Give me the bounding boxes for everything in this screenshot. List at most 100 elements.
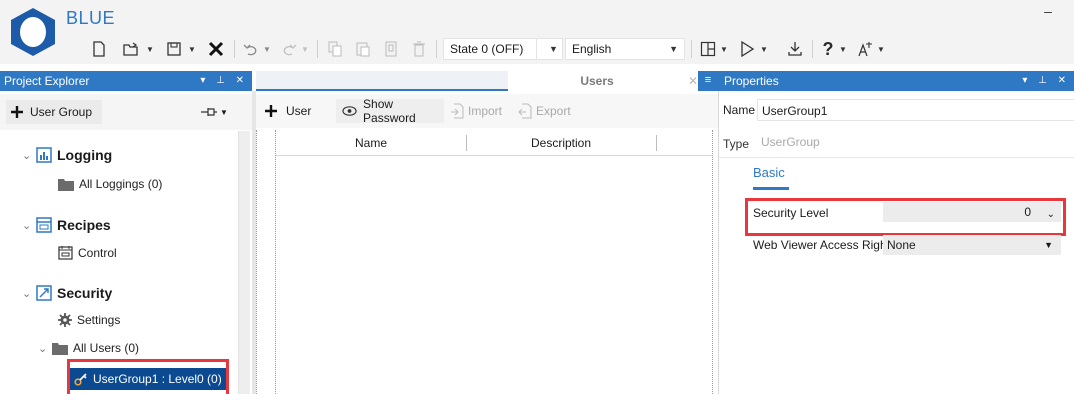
- add-user-button[interactable]: User: [264, 99, 320, 123]
- state-combo-value: State 0 (OFF): [450, 42, 524, 56]
- column-header-name[interactable]: Name: [276, 130, 466, 156]
- duplicate-icon[interactable]: [380, 37, 402, 61]
- run-dropdown-icon[interactable]: ▼: [758, 45, 770, 54]
- folder-icon: [52, 342, 68, 355]
- title-bar: BLUE – ▼ ▼ ▼ ▼ State 0 (OFF) ▼ English ▼…: [0, 0, 1074, 64]
- tree-label-control: Control: [78, 245, 117, 260]
- properties-title: Properties: [724, 74, 779, 88]
- add-user-label: User: [286, 104, 312, 118]
- layout-dropdown-icon[interactable]: ▼: [718, 45, 730, 54]
- tree-node-security[interactable]: ⌄ Security: [22, 285, 112, 301]
- project-explorer-title: Project Explorer: [4, 74, 90, 88]
- web-viewer-select[interactable]: None ▼: [883, 235, 1061, 255]
- tree-node-recipes[interactable]: ⌄ Recipes: [22, 217, 111, 233]
- run-icon[interactable]: [736, 37, 758, 61]
- chevron-down-icon: ▼: [549, 44, 558, 54]
- project-tree-scrollbar[interactable]: [238, 131, 250, 394]
- logging-icon: [36, 147, 52, 163]
- selected-node-highlight: [67, 359, 229, 394]
- help-icon[interactable]: ?: [819, 37, 837, 61]
- state-combo-dropdown[interactable]: ▼: [537, 38, 563, 60]
- project-explorer-header: Project Explorer ▾ ⊥ ✕: [0, 71, 252, 91]
- app-title: BLUE: [66, 8, 116, 28]
- language-combo-value: English: [572, 42, 612, 56]
- tab-basic[interactable]: Basic: [753, 165, 785, 180]
- plus-icon: [265, 105, 277, 117]
- paste-icon[interactable]: [352, 37, 374, 61]
- download-icon[interactable]: [784, 37, 806, 61]
- trash-icon[interactable]: [408, 37, 430, 61]
- chevron-down-icon[interactable]: ⌄: [38, 342, 52, 355]
- web-viewer-label: Web Viewer Access Right: [753, 238, 890, 252]
- document-tab-bar: Users ✕: [256, 71, 718, 91]
- name-value: UserGroup1: [762, 104, 828, 118]
- font-size-icon[interactable]: [855, 37, 875, 61]
- panel-controls-icon[interactable]: ▾ ⊥ ✕: [200, 71, 248, 91]
- open-folder-icon[interactable]: [118, 37, 144, 61]
- tree-node-control[interactable]: Control: [58, 245, 117, 260]
- recipe-item-icon: [58, 246, 73, 260]
- column-header-description[interactable]: Description: [466, 130, 656, 156]
- pin-options-button[interactable]: ▼: [200, 100, 242, 124]
- save-dropdown-icon[interactable]: ▼: [186, 45, 198, 54]
- type-field: UserGroup: [757, 131, 1074, 153]
- undo-dropdown-icon[interactable]: ▼: [261, 45, 273, 54]
- tab-users-label: Users: [580, 74, 614, 88]
- tree-label-settings: Settings: [77, 313, 121, 327]
- new-file-icon[interactable]: [88, 37, 110, 61]
- tree-node-settings[interactable]: Settings: [58, 313, 120, 327]
- type-label: Type: [723, 137, 750, 151]
- type-value: UserGroup: [761, 135, 820, 149]
- close-icon[interactable]: ✕: [688, 71, 698, 91]
- undo-icon[interactable]: [241, 37, 261, 61]
- export-button[interactable]: Export: [518, 99, 582, 123]
- chevron-down-icon[interactable]: ⌄: [22, 287, 36, 300]
- chevron-down-icon: ▼: [669, 44, 678, 54]
- font-size-dropdown-icon[interactable]: ▼: [875, 45, 887, 54]
- minimize-button[interactable]: –: [1041, 4, 1055, 18]
- help-dropdown-icon[interactable]: ▼: [837, 45, 849, 54]
- eye-icon: [342, 106, 357, 116]
- tab-basic-indicator: [753, 187, 789, 190]
- properties-pane: Name UserGroup1 Type UserGroup Basic Sec…: [718, 91, 1074, 394]
- import-label: Import: [468, 104, 503, 118]
- main-toolbar: ▼ ▼ ▼ ▼ State 0 (OFF) ▼ English ▼ ▼ ▼ ? …: [88, 36, 887, 62]
- layout-icon[interactable]: [698, 37, 718, 61]
- redo-icon[interactable]: [279, 37, 299, 61]
- recipes-icon: [36, 217, 52, 233]
- tree-label-security: Security: [57, 285, 113, 301]
- security-icon: [36, 285, 52, 301]
- redo-dropdown-icon[interactable]: ▼: [299, 45, 311, 54]
- show-password-button[interactable]: Show Password: [336, 97, 444, 125]
- open-dropdown-icon[interactable]: ▼: [144, 45, 156, 54]
- app-logo-icon: [11, 8, 55, 56]
- import-icon: [451, 103, 464, 119]
- users-grid: [256, 130, 718, 394]
- language-combo[interactable]: English ▼: [565, 38, 685, 60]
- project-explorer-toolbar: User Group ▼: [0, 94, 252, 130]
- export-label: Export: [536, 104, 571, 118]
- save-icon[interactable]: [162, 37, 186, 61]
- plus-icon: [11, 106, 23, 118]
- import-button[interactable]: Import: [450, 99, 512, 123]
- add-user-group-button[interactable]: User Group: [6, 100, 102, 124]
- tree-label-all-users: All Users (0): [73, 341, 140, 355]
- copy-icon[interactable]: [324, 37, 346, 61]
- tree-node-all-loggings[interactable]: All Loggings (0): [58, 177, 162, 191]
- name-field[interactable]: UserGroup1: [757, 99, 1074, 121]
- web-viewer-value: None: [887, 238, 916, 252]
- panel-controls-icon[interactable]: ▾ ⊥ ✕: [1022, 71, 1070, 91]
- state-combo[interactable]: State 0 (OFF): [443, 38, 537, 60]
- tab-menu-icon[interactable]: ≡: [698, 71, 718, 91]
- show-password-label: Show Password: [363, 97, 416, 125]
- properties-header: Properties ▾ ⊥ ✕: [718, 71, 1074, 91]
- project-tree: ⌄ Logging All Loggings (0) ⌄ Recipes Con…: [0, 131, 252, 394]
- delete-icon[interactable]: [204, 37, 228, 61]
- chevron-down-icon[interactable]: ⌄: [22, 219, 36, 232]
- tab-users[interactable]: Users ✕: [508, 71, 704, 91]
- tree-node-logging[interactable]: ⌄ Logging: [22, 147, 112, 163]
- gear-icon: [58, 313, 72, 327]
- chevron-down-icon[interactable]: ⌄: [22, 149, 36, 162]
- tree-node-all-users[interactable]: ⌄ All Users (0): [38, 341, 139, 355]
- name-label: Name: [723, 103, 756, 117]
